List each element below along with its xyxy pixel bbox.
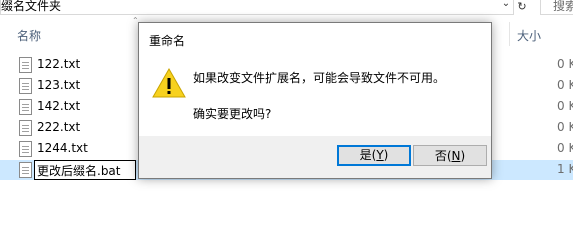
rename-input-value: 更改后缀名.bat <box>37 164 121 178</box>
dialog-title-bar[interactable]: 重命名 <box>139 23 491 53</box>
dialog-message: 如果改变文件扩展名，可能会导致文件不可用。 <box>193 71 446 85</box>
file-size: 0 K <box>557 99 573 113</box>
yes-button-accesskey: Y <box>376 148 384 162</box>
warning-icon <box>152 68 186 98</box>
batch-file-icon <box>19 162 32 178</box>
refresh-icon[interactable]: ↻ <box>514 0 530 14</box>
text-file-icon <box>19 78 32 94</box>
no-button[interactable]: 否(N) <box>413 145 487 166</box>
dialog-body: 如果改变文件扩展名，可能会导致文件不可用。 确实要更改吗? <box>139 53 491 136</box>
column-header-name[interactable]: 名称 <box>17 27 41 44</box>
rename-warning-dialog: 重命名 如果改变文件扩展名，可能会导致文件不可用。 确实要更改吗? 是(Y) 否… <box>138 22 492 179</box>
file-name: 122.txt <box>37 57 81 71</box>
dialog-question: 确实要更改吗? <box>193 107 272 121</box>
file-size: 0 K <box>557 120 573 134</box>
yes-button-label: 是( <box>359 148 377 162</box>
text-file-icon <box>19 120 32 136</box>
file-size: 1 K <box>557 162 573 176</box>
no-button-label: 否( <box>434 149 452 163</box>
file-size: 0 K <box>557 141 573 155</box>
file-size: 0 K <box>557 78 573 92</box>
file-name: 222.txt <box>37 120 81 134</box>
chevron-down-icon[interactable]: ⌄ <box>500 0 512 12</box>
yes-button[interactable]: 是(Y) <box>337 145 411 166</box>
search-placeholder: 搜索 <box>553 0 573 13</box>
text-file-icon <box>19 99 32 115</box>
no-button-close: ) <box>460 149 466 163</box>
address-bar[interactable]: 缀名文件夹 ⌄ <box>0 0 514 15</box>
rename-input[interactable]: 更改后缀名.bat <box>34 160 136 180</box>
file-size: 0 K <box>557 57 573 71</box>
file-name: 1244.txt <box>37 141 88 155</box>
search-input[interactable]: 搜索 <box>540 0 573 15</box>
column-header-size[interactable]: 大小 <box>517 27 541 44</box>
text-file-icon <box>19 57 32 73</box>
address-path: 缀名文件夹 <box>1 0 62 13</box>
text-file-icon <box>19 141 32 157</box>
dialog-title: 重命名 <box>149 34 186 48</box>
column-divider[interactable] <box>509 22 510 46</box>
file-name: 142.txt <box>37 99 81 113</box>
file-name: 123.txt <box>37 78 81 92</box>
yes-button-close: ) <box>383 148 389 162</box>
